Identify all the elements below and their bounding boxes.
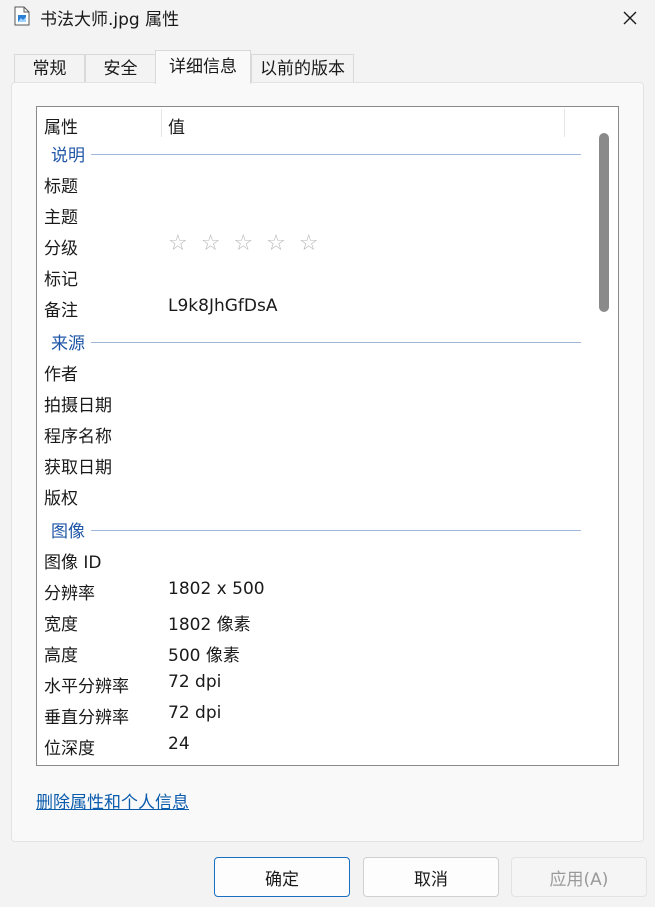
title-bar: 书法大师.jpg 属性 [0, 0, 655, 36]
property-value: 24 [168, 734, 190, 754]
list-item[interactable]: 作者 [37, 357, 593, 387]
property-name: 分级 [44, 239, 78, 259]
group-description[interactable]: 说明 [37, 141, 593, 166]
property-value: 72 dpi [168, 703, 222, 723]
close-button[interactable] [605, 0, 655, 36]
list-item[interactable]: 标题 [37, 169, 593, 199]
property-name: 主题 [44, 208, 78, 228]
column-value[interactable]: 值 [168, 113, 185, 138]
list-item[interactable]: 位深度 24 [37, 731, 593, 761]
cancel-button[interactable]: 取消 [363, 857, 499, 897]
property-list[interactable]: 属性 值 说明 标题 主题 分级 ☆ ☆ ☆ ☆ ☆ 标记 备注 L9k8JhG… [36, 106, 619, 766]
list-item[interactable]: 获取日期 [37, 450, 593, 480]
list-item[interactable]: 版权 [37, 481, 593, 511]
list-item[interactable]: 分级 ☆ ☆ ☆ ☆ ☆ [37, 231, 593, 261]
property-name: 获取日期 [44, 458, 112, 478]
list-item[interactable]: 程序名称 [37, 419, 593, 449]
property-name: 水平分辨率 [44, 677, 129, 697]
list-item[interactable]: 高度 500 像素 [37, 638, 593, 668]
property-name: 程序名称 [44, 427, 112, 447]
ok-button[interactable]: 确定 [214, 857, 350, 897]
property-name: 位深度 [44, 739, 95, 759]
list-item[interactable]: 宽度 1802 像素 [37, 607, 593, 637]
group-image[interactable]: 图像 [37, 517, 593, 542]
vertical-scrollbar[interactable] [593, 107, 618, 765]
tab-security[interactable]: 安全 [85, 54, 156, 82]
property-name: 分辨率 [44, 584, 95, 604]
group-label: 图像 [51, 522, 85, 542]
list-item[interactable]: 备注 L9k8JhGfDsA [37, 293, 593, 323]
column-header: 属性 值 [37, 107, 593, 139]
property-name: 作者 [44, 365, 78, 385]
property-name: 版权 [44, 489, 78, 509]
tab-previous-versions[interactable]: 以前的版本 [251, 54, 354, 82]
property-name: 拍摄日期 [44, 396, 112, 416]
scrollbar-thumb[interactable] [599, 133, 609, 312]
column-divider[interactable] [564, 109, 565, 137]
list-item[interactable]: 水平分辨率 72 dpi [37, 669, 593, 699]
group-label: 来源 [51, 334, 85, 354]
list-item[interactable]: 拍摄日期 [37, 388, 593, 418]
property-name: 高度 [44, 646, 78, 666]
tab-general[interactable]: 常规 [14, 54, 85, 82]
tab-details[interactable]: 详细信息 [155, 50, 251, 84]
rating-stars[interactable]: ☆ ☆ ☆ ☆ ☆ [168, 231, 322, 256]
group-origin[interactable]: 来源 [37, 329, 593, 354]
property-name: 垂直分辨率 [44, 708, 129, 728]
list-item[interactable]: 图像 ID [37, 545, 593, 575]
group-divider [91, 154, 581, 155]
list-item[interactable]: 垂直分辨率 72 dpi [37, 700, 593, 730]
window-title: 书法大师.jpg 属性 [40, 10, 180, 30]
property-name: 备注 [44, 301, 78, 321]
remove-properties-link[interactable]: 删除属性和个人信息 [36, 788, 189, 813]
property-name: 标题 [44, 177, 78, 197]
group-label: 说明 [51, 146, 85, 166]
column-divider[interactable] [161, 109, 162, 137]
property-name: 图像 ID [44, 553, 102, 573]
property-value: 1802 x 500 [168, 579, 265, 599]
image-file-icon [14, 6, 30, 26]
property-value: 1802 像素 [168, 615, 251, 635]
property-value: 72 dpi [168, 672, 222, 692]
apply-button[interactable]: 应用(A) [511, 857, 647, 897]
list-item[interactable]: 分辨率 1802 x 500 [37, 576, 593, 606]
property-value: L9k8JhGfDsA [168, 296, 278, 316]
group-divider [91, 530, 581, 531]
list-item[interactable]: 标记 [37, 262, 593, 292]
property-name: 宽度 [44, 615, 78, 635]
list-item[interactable]: 主题 [37, 200, 593, 230]
column-property[interactable]: 属性 [44, 113, 78, 138]
close-icon [623, 11, 637, 25]
property-name: 标记 [44, 270, 78, 290]
group-divider [91, 342, 581, 343]
property-value: 500 像素 [168, 646, 240, 666]
